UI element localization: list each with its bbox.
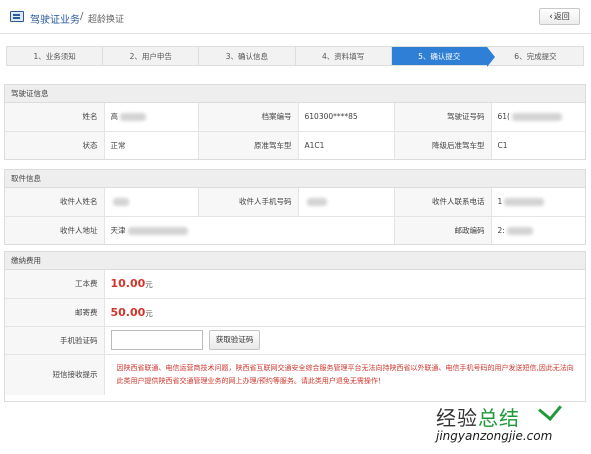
back-button-label: 返回 — [553, 12, 570, 21]
license-info-table: 姓名 高 档案编号 610300****85 驾驶证号码 61( 状态 正常 原… — [5, 103, 585, 159]
cost-value-cell: 10.00元 — [104, 270, 585, 299]
postcode-value: 2: — [491, 216, 585, 244]
license-no-label: 驾驶证号码 — [394, 103, 492, 132]
cost-unit: 元 — [145, 280, 153, 290]
status-label: 状态 — [5, 131, 105, 159]
watermark-url: jingyanzongjie.com — [436, 429, 553, 443]
table-row: 收件人地址 天津 邮政编码 2: — [5, 216, 585, 244]
step-3: 3、确认信息 — [199, 47, 296, 65]
license-info-section: 驾驶证信息 姓名 高 档案编号 610300****85 驾驶证号码 61( 状… — [4, 84, 586, 160]
sms-code-cell: 获取验证码 — [104, 326, 585, 355]
file-no-label: 档案编号 — [198, 103, 299, 132]
breadcrumb-separator: / — [80, 11, 84, 22]
table-row: 收件人姓名 收件人手机号码 收件人联系电话 1 — [5, 188, 585, 217]
step-5-active: 5、确认提交 — [391, 47, 496, 67]
fees-table: 工本费 10.00元 邮寄费 50.00元 手机验证码 获取验证码 短信接收提示… — [5, 270, 585, 395]
postage-value: 50.00 — [110, 305, 146, 319]
table-row: 短信接收提示 因陕西省联通、电信运营商技术问题，陕西省互联网交通安全综合服务管理… — [5, 354, 585, 395]
table-row: 姓名 高 档案编号 610300****85 驾驶证号码 61( — [5, 103, 585, 132]
page-subtitle: 超龄换证 — [88, 15, 125, 25]
sms-notice-label: 短信接收提示 — [5, 354, 105, 395]
sms-code-input[interactable] — [110, 330, 203, 350]
recipient-mobile-value — [298, 188, 395, 217]
sms-notice-cell: 因陕西省联通、电信运营商技术问题，陕西省互联网交通安全综合服务管理平台无法向持陕… — [104, 354, 585, 395]
checkmark-icon — [538, 396, 562, 422]
table-row: 工本费 10.00元 — [5, 270, 585, 299]
id-card-icon — [10, 11, 24, 22]
step-2: 2、用户申告 — [103, 47, 200, 65]
watermark-title: 经验总结 — [436, 406, 520, 430]
recipient-mobile-label: 收件人手机号码 — [198, 188, 299, 217]
name-value: 高 — [104, 103, 199, 132]
license-info-heading: 驾驶证信息 — [5, 85, 585, 103]
new-class-label: 降级后准驾车型 — [394, 131, 492, 159]
chevron-left-icon: ‹ — [549, 11, 553, 22]
recipient-address-value: 天津 — [104, 216, 395, 244]
orig-class-label: 原准驾车型 — [198, 131, 299, 159]
postcode-label: 邮政编码 — [394, 216, 492, 244]
table-row: 手机验证码 获取验证码 — [5, 326, 585, 355]
recipient-name-value — [104, 188, 199, 217]
postage-value-cell: 50.00元 — [104, 298, 585, 327]
postage-label: 邮寄费 — [5, 298, 105, 327]
get-code-button[interactable]: 获取验证码 — [208, 330, 261, 350]
license-no-value: 61( — [491, 103, 585, 132]
recipient-info-heading: 取件信息 — [5, 170, 585, 188]
page-header: 驾驶证业务 / 超龄换证 ‹ 返回 — [0, 0, 591, 34]
table-row: 邮寄费 50.00元 — [5, 298, 585, 327]
orig-class-value: A1C1 — [298, 131, 395, 159]
recipient-info-table: 收件人姓名 收件人手机号码 收件人联系电话 1 收件人地址 天津 邮政编码 2: — [5, 188, 585, 244]
cost-value: 10.00 — [110, 277, 146, 291]
name-label: 姓名 — [5, 103, 105, 132]
step-4: 4、资料填写 — [296, 47, 392, 65]
new-class-value: C1 — [497, 140, 508, 150]
fees-section: 缴纳费用 工本费 10.00元 邮寄费 50.00元 手机验证码 获取验证码 短… — [4, 251, 586, 402]
app-title[interactable]: 驾驶证业务 — [30, 11, 80, 26]
recipient-info-section: 取件信息 收件人姓名 收件人手机号码 收件人联系电话 1 收件人地址 天津 邮政… — [4, 169, 586, 245]
sms-notice-text: 因陕西省联通、电信运营商技术问题，陕西省互联网交通安全综合服务管理平台无法向持陕… — [116, 363, 574, 385]
postage-unit: 元 — [145, 308, 153, 318]
recipient-phone-value: 1 — [491, 188, 585, 217]
file-no-value: 610300****85 — [298, 103, 395, 132]
fees-heading: 缴纳费用 — [5, 252, 585, 270]
recipient-phone-label: 收件人联系电话 — [394, 188, 492, 217]
status-value: 正常 — [104, 131, 199, 159]
sms-code-label: 手机验证码 — [5, 326, 105, 355]
back-button[interactable]: ‹ 返回 — [539, 8, 580, 25]
table-row: 状态 正常 原准驾车型 A1C1 降级后准驾车型 C1 — [5, 131, 585, 159]
recipient-name-label: 收件人姓名 — [5, 188, 105, 217]
recipient-address-label: 收件人地址 — [5, 216, 105, 244]
step-6: 6、完成提交 — [514, 51, 557, 61]
step-1: 1、业务须知 — [7, 47, 104, 65]
cost-label: 工本费 — [5, 270, 105, 299]
watermark-logo: 经验总结 jingyanzongjie.com — [426, 396, 591, 454]
progress-steps: 1、业务须知 2、用户申告 3、确认信息 4、资料填写 5、确认提交 6、完成提… — [6, 46, 584, 67]
